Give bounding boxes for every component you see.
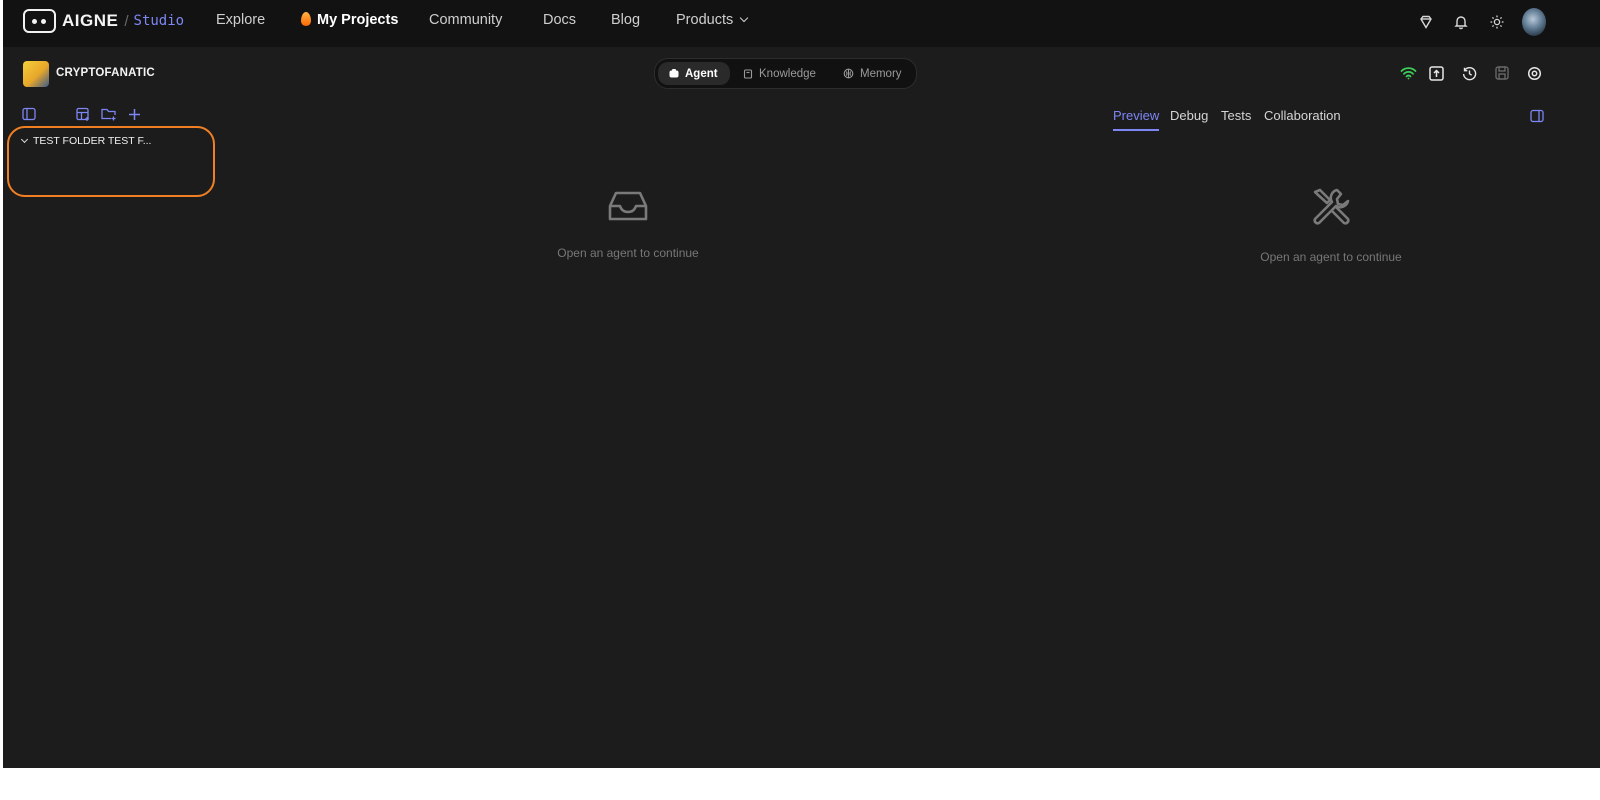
segment-knowledge-label: Knowledge — [759, 67, 816, 80]
add-folder-icon[interactable] — [101, 106, 117, 122]
nav-docs[interactable]: Docs — [543, 12, 576, 28]
tab-preview[interactable]: Preview — [1113, 108, 1160, 131]
segment-agent-label: Agent — [685, 67, 718, 80]
add-icon[interactable] — [126, 106, 142, 122]
user-avatar[interactable] — [1522, 8, 1546, 36]
nav-community[interactable]: Community — [429, 12, 502, 28]
mode-switcher: Agent Knowledge Memory — [654, 58, 917, 89]
brand-product: Studio — [133, 13, 185, 29]
project-avatar — [23, 61, 49, 87]
right-empty-text: Open an agent to continue — [1260, 250, 1402, 264]
book-icon — [743, 68, 753, 79]
top-navigation-bar: AIGNE / Studio Explore My Projects Commu… — [3, 0, 1600, 47]
brand-logo[interactable]: AIGNE / Studio — [23, 8, 184, 34]
segment-memory[interactable]: Memory — [843, 62, 915, 85]
nav-my-projects-label: My Projects — [317, 12, 399, 28]
center-empty-text: Open an agent to continue — [557, 246, 699, 260]
wifi-icon[interactable] — [1399, 64, 1417, 82]
bell-icon[interactable] — [1451, 12, 1471, 32]
tree-folder-item[interactable]: TEST FOLDER TEST F... — [20, 135, 152, 147]
tab-tests[interactable]: Tests — [1221, 108, 1251, 129]
chevron-down-icon — [739, 13, 749, 23]
agent-icon — [669, 69, 679, 78]
brand-separator: / — [124, 12, 129, 30]
logo-icon — [23, 9, 56, 33]
tab-collaboration[interactable]: Collaboration — [1264, 108, 1341, 129]
right-empty-state: Open an agent to continue — [1231, 186, 1431, 264]
add-file-icon[interactable] — [75, 106, 91, 122]
nav-products[interactable]: Products — [676, 12, 749, 28]
nav-blog[interactable]: Blog — [611, 12, 640, 28]
brand-name: AIGNE — [62, 11, 119, 30]
segment-knowledge[interactable]: Knowledge — [743, 62, 831, 85]
panel-toggle-icon[interactable] — [1528, 107, 1546, 125]
nav-explore[interactable]: Explore — [216, 12, 265, 28]
inbox-icon — [608, 191, 648, 221]
save-icon[interactable] — [1493, 64, 1511, 82]
sidebar-toggle-icon[interactable] — [21, 106, 37, 122]
nav-products-label: Products — [676, 12, 734, 28]
project-name: CRYPTOFANATIC — [56, 67, 155, 79]
center-empty-state: Open an agent to continue — [528, 188, 728, 260]
app-window: AIGNE / Studio Explore My Projects Commu… — [3, 0, 1600, 768]
settings-icon[interactable] — [1525, 64, 1543, 82]
tools-icon — [1313, 188, 1350, 225]
brain-icon — [843, 68, 854, 79]
upload-icon[interactable] — [1427, 64, 1445, 82]
nav-my-projects[interactable]: My Projects — [301, 12, 398, 28]
sun-icon[interactable] — [1487, 12, 1507, 32]
tree-folder-label: TEST FOLDER TEST F... — [33, 135, 152, 147]
segment-memory-label: Memory — [860, 67, 902, 80]
diamond-icon[interactable] — [1416, 12, 1436, 32]
chevron-down-icon — [20, 135, 29, 144]
tab-debug[interactable]: Debug — [1170, 108, 1208, 129]
history-icon[interactable] — [1460, 64, 1478, 82]
fire-icon — [301, 12, 311, 26]
segment-agent[interactable]: Agent — [658, 62, 730, 85]
